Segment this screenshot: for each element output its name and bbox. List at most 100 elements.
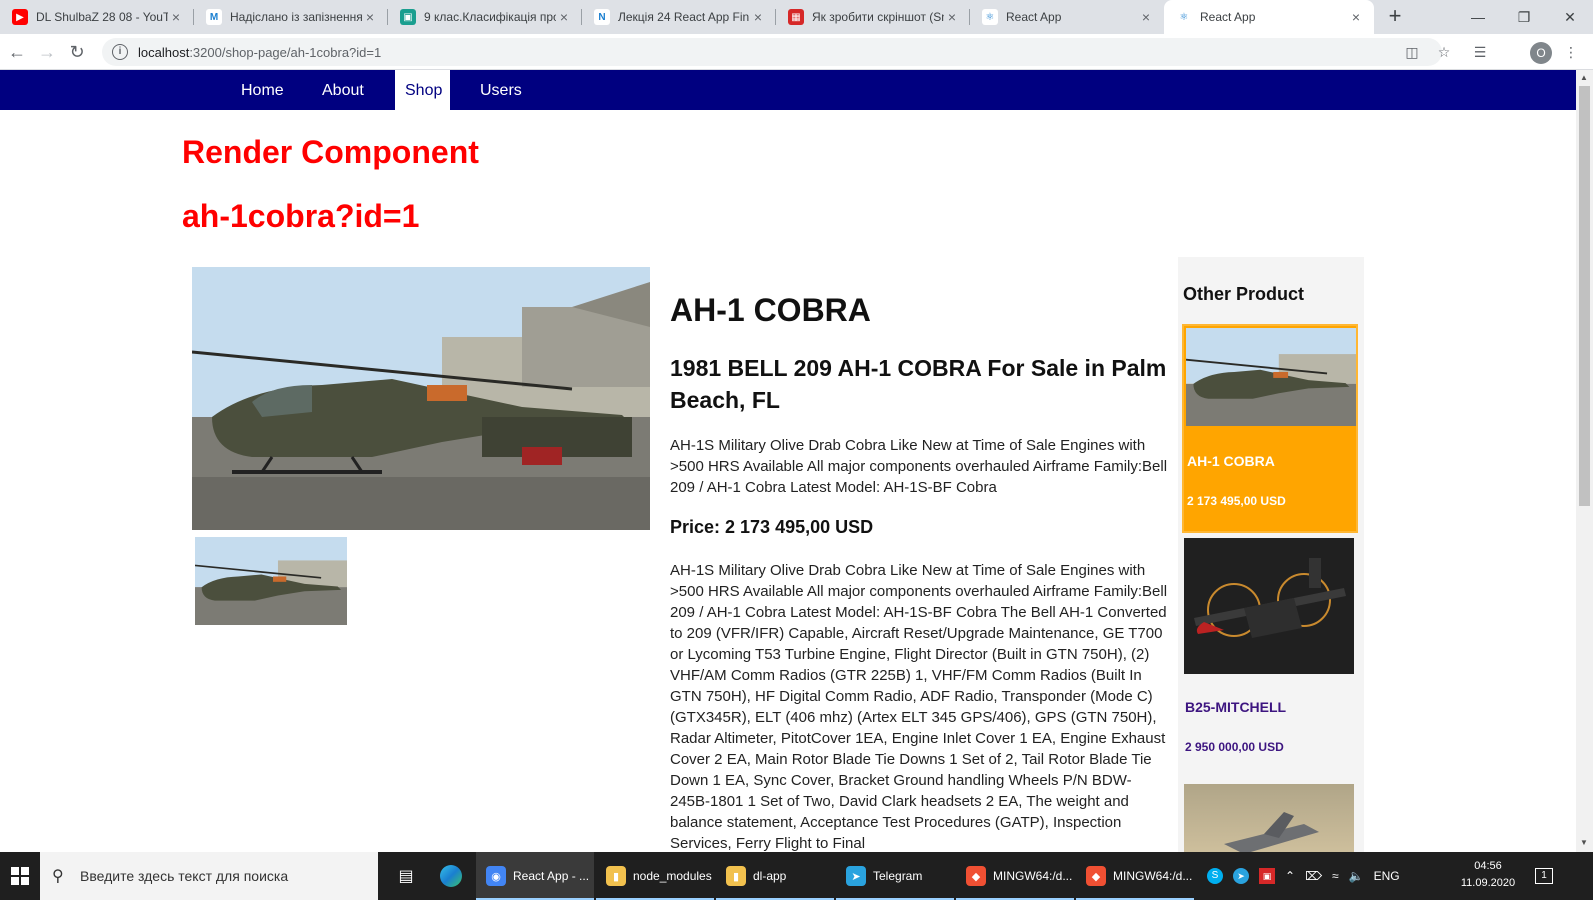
- product-short-description: AH-1S Military Olive Drab Cobra Like New…: [670, 437, 1168, 496]
- nav-users-link[interactable]: Users: [470, 70, 532, 110]
- site-info-icon[interactable]: i: [112, 44, 128, 60]
- notification-center-icon[interactable]: 1: [1535, 852, 1553, 900]
- task-view-icon[interactable]: ▤: [392, 852, 420, 900]
- close-tab-icon[interactable]: ×: [1138, 9, 1154, 25]
- product-card-image: [1184, 784, 1354, 852]
- product-card-cobra[interactable]: AH-1 COBRA 2 173 495,00 USD: [1182, 324, 1358, 533]
- search-placeholder: Введите здесь текст для поиска: [80, 868, 289, 884]
- language-indicator[interactable]: ENG: [1374, 869, 1400, 883]
- tab-title: React App: [1200, 10, 1256, 24]
- address-bar[interactable]: i localhost:3200/shop-page/ah-1cobra?id=…: [102, 38, 1442, 66]
- close-window-button[interactable]: ✕: [1547, 0, 1593, 34]
- product-main-image: [192, 267, 650, 530]
- taskbar-app[interactable]: ◆ MINGW64:/d...: [956, 852, 1074, 900]
- maximize-button[interactable]: ❐: [1501, 0, 1547, 34]
- folder-icon: ▮: [606, 866, 626, 886]
- browser-menu-icon[interactable]: ⋮: [1561, 42, 1581, 62]
- close-tab-icon[interactable]: ×: [556, 9, 572, 25]
- new-tab-button[interactable]: +: [1382, 4, 1408, 30]
- folder-icon: ▮: [726, 866, 746, 886]
- wifi-icon[interactable]: ≈: [1332, 869, 1339, 883]
- taskbar-app[interactable]: ◉ React App - ...: [476, 852, 594, 900]
- taskbar-app[interactable]: ▮ node_modules: [596, 852, 714, 900]
- tab-title: Як зробити скріншот (Sn: [812, 10, 944, 24]
- telegram-icon: ➤: [846, 866, 866, 886]
- product-price: Price: 2 173 495,00 USD: [670, 517, 874, 537]
- windows-logo-icon: [11, 867, 29, 885]
- product-thumbnail[interactable]: [195, 537, 347, 625]
- browser-tab[interactable]: ▣ 9 клас.Класифікація програм×: [388, 0, 582, 34]
- product-card-image: [1186, 328, 1356, 464]
- gmail-icon: M: [206, 9, 222, 25]
- tab-title: Лекція 24 React App Fin: [618, 10, 750, 24]
- product-card-next[interactable]: [1182, 782, 1358, 852]
- product-card-price: 2 173 495,00 USD: [1187, 494, 1286, 508]
- react-icon: ⚛: [1176, 9, 1192, 25]
- edge-icon[interactable]: [436, 852, 466, 900]
- skype-icon[interactable]: S: [1207, 868, 1223, 884]
- forward-arrow-icon[interactable]: →: [34, 39, 60, 65]
- browser-tab[interactable]: ▶ DL ShulbaZ 28 08 - YouTube×: [0, 0, 194, 34]
- nav-home-link[interactable]: Home: [231, 70, 294, 110]
- chrome-icon: ◉: [486, 866, 506, 886]
- volume-icon[interactable]: 🔈: [1349, 869, 1364, 883]
- scroll-down-icon[interactable]: ▼: [1580, 838, 1588, 847]
- tab-title: 9 клас.Класифікація програм: [424, 10, 556, 24]
- network-icon[interactable]: ⌦: [1305, 869, 1322, 883]
- taskbar-app[interactable]: ◆ MINGW64:/d...: [1076, 852, 1194, 900]
- taskbar-app-label: dl-app: [753, 869, 787, 883]
- taskbar-clock[interactable]: 04:56 11.09.2020: [1456, 858, 1520, 892]
- product-card-name: AH-1 COBRA: [1187, 453, 1275, 469]
- taskbar-search-box[interactable]: ⚲ Введите здесь текст для поиска: [40, 852, 378, 900]
- close-tab-icon[interactable]: ×: [168, 9, 184, 25]
- browser-tab[interactable]: M Надіслано із запізненням ×: [194, 0, 388, 34]
- chevron-up-icon[interactable]: ⌃: [1285, 869, 1295, 883]
- profile-avatar[interactable]: O: [1530, 42, 1552, 64]
- browser-tab[interactable]: ⚛ React App ×: [1164, 0, 1374, 34]
- browser-tab[interactable]: ⚛ React App ×: [970, 0, 1164, 34]
- browser-tab[interactable]: N Лекція 24 React App Fin ×: [582, 0, 776, 34]
- clock-date: 11.09.2020: [1460, 877, 1516, 889]
- start-button[interactable]: [0, 852, 40, 900]
- close-tab-icon[interactable]: ×: [944, 9, 960, 25]
- sidebar-title: Other Product: [1183, 284, 1305, 304]
- screenshot-tray-icon[interactable]: ▣: [1259, 868, 1275, 884]
- notion-icon: N: [594, 9, 610, 25]
- tab-title: DL ShulbaZ 28 08 - YouTube: [36, 10, 168, 24]
- back-arrow-icon[interactable]: ←: [4, 39, 30, 65]
- taskbar-app-label: MINGW64:/d...: [993, 869, 1073, 883]
- browser-tab-strip: + — ❐ ✕ ▶DL ShulbaZ 28 08 - YouTube×MНад…: [0, 0, 1593, 34]
- product-subtitle: 1981 BELL 209 AH-1 COBRA For Sale in Pal…: [670, 355, 1167, 413]
- notification-count: 1: [1535, 868, 1553, 884]
- translate-icon[interactable]: ◫: [1402, 42, 1422, 62]
- media-control-icon[interactable]: ☰: [1470, 42, 1490, 62]
- grid-icon: ▦: [788, 9, 804, 25]
- scrollbar-thumb[interactable]: [1579, 86, 1590, 506]
- close-tab-icon[interactable]: ×: [750, 9, 766, 25]
- bookmark-star-icon[interactable]: ☆: [1434, 42, 1454, 62]
- scroll-up-icon[interactable]: ▲: [1580, 73, 1588, 82]
- browser-toolbar: ← → ↻ i localhost:3200/shop-page/ah-1cob…: [0, 34, 1593, 70]
- url-host: localhost: [138, 44, 190, 60]
- taskbar-app[interactable]: ▮ dl-app: [716, 852, 834, 900]
- product-card-price: 2 950 000,00 USD: [1185, 740, 1284, 754]
- classroom-icon: ▣: [400, 9, 416, 25]
- route-heading: ah-1cobra?id=1: [182, 198, 420, 234]
- reload-icon[interactable]: ↻: [64, 39, 90, 65]
- product-card-image: [1184, 538, 1354, 674]
- product-card-name: B25-MITCHELL: [1185, 699, 1287, 715]
- telegram-tray-icon[interactable]: ➤: [1233, 868, 1249, 884]
- nav-about-link[interactable]: About: [312, 70, 374, 110]
- nav-shop-link[interactable]: Shop: [395, 70, 450, 110]
- page-viewport: Home About Shop Users Render Component a…: [0, 70, 1576, 852]
- taskbar-app[interactable]: ➤ Telegram: [836, 852, 954, 900]
- youtube-icon: ▶: [12, 9, 28, 25]
- product-title: AH-1 COBRA: [670, 292, 871, 328]
- product-card-b25[interactable]: B25-MITCHELL 2 950 000,00 USD: [1182, 536, 1358, 766]
- close-tab-icon[interactable]: ×: [362, 9, 378, 25]
- react-icon: ⚛: [982, 9, 998, 25]
- browser-tab[interactable]: ▦ Як зробити скріншот (Sn ×: [776, 0, 970, 34]
- page-scrollbar[interactable]: ▲ ▼: [1576, 70, 1593, 852]
- minimize-button[interactable]: —: [1455, 0, 1501, 34]
- close-tab-icon[interactable]: ×: [1348, 9, 1364, 25]
